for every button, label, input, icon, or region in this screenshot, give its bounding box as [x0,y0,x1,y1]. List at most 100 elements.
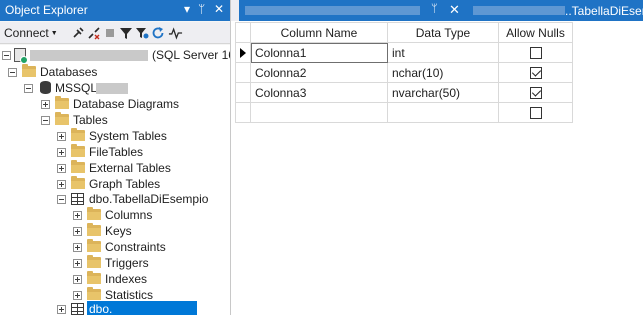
collapse-icon[interactable] [41,116,50,125]
tree-node-table[interactable]: dbo.TabellaDiEsempio [57,191,227,207]
row-selector[interactable] [235,42,251,63]
column-name-header: Column Name [250,22,388,43]
object-explorer-pane: Object Explorer ▾ ᛘ ✕ Connect ▼ (SQL Ser… [0,0,231,315]
tree-label: FileTables [89,145,144,159]
expand-icon[interactable] [57,305,66,314]
document-tab[interactable]: ᛘ ✕ ..TabellaDiEsempio [239,0,643,21]
collapse-icon[interactable] [2,51,11,60]
tree-node-external-tables[interactable]: External Tables [57,160,227,176]
tree-label: System Tables [89,129,167,143]
expand-icon[interactable] [73,275,82,284]
row-selector[interactable] [235,102,251,123]
allow-nulls-cell [498,102,573,123]
expand-icon[interactable] [73,259,82,268]
object-explorer-tree: (SQL Server 16. Databases MSSQL Database… [0,45,230,315]
object-explorer-toolbar: Connect ▼ [0,22,230,44]
filter-icon[interactable] [118,25,133,40]
folder-icon [87,223,101,236]
stop-icon[interactable] [102,25,117,40]
collapse-icon[interactable] [8,68,17,77]
table-row[interactable]: Colonna2 nchar(10) [235,62,573,83]
tree-node-selected-table[interactable]: dbo. [57,301,227,315]
close-icon[interactable]: ✕ [214,2,224,16]
filter-settings-icon[interactable] [134,25,149,40]
tree-node-keys[interactable]: Keys [73,223,223,239]
table-row[interactable]: Colonna1 int [235,42,573,63]
tree-node-indexes[interactable]: Indexes [73,271,223,287]
allow-nulls-checkbox[interactable] [529,47,542,60]
tree-node-database-diagrams[interactable]: Database Diagrams [41,96,221,112]
folder-icon [87,255,101,268]
allow-nulls-checkbox[interactable] [529,67,542,80]
object-explorer-title: Object Explorer [5,3,88,17]
allow-nulls-cell [498,82,573,103]
column-name-cell[interactable]: Colonna1 [250,42,388,63]
object-explorer-title-bar: Object Explorer ▾ ᛘ ✕ [0,0,230,21]
data-type-header: Data Type [387,22,499,43]
tree-node-triggers[interactable]: Triggers [73,255,223,271]
table-row[interactable]: Colonna3 nvarchar(50) [235,82,573,103]
tree-node-filetables[interactable]: FileTables [57,144,227,160]
close-icon[interactable]: ✕ [449,2,460,18]
row-selector[interactable] [235,82,251,103]
data-type-cell[interactable]: nvarchar(50) [387,82,499,103]
tree-node-server[interactable]: (SQL Server 16. [2,47,230,64]
refresh-icon[interactable] [150,25,165,40]
tree-label: Keys [105,224,132,238]
allow-nulls-checkbox[interactable] [529,87,542,100]
tree-node-tables[interactable]: Tables [41,112,221,128]
allow-nulls-cell [498,62,573,83]
tree-node-constraints[interactable]: Constraints [73,239,223,255]
column-designer-grid: Column Name Data Type Allow Nulls Colonn… [235,22,573,123]
window-position-icon[interactable]: ▾ [184,2,190,16]
row-selector[interactable] [235,62,251,83]
disconnect-icon[interactable] [86,25,101,40]
column-name-cell[interactable]: Colonna2 [250,62,388,83]
expand-icon[interactable] [73,211,82,220]
expand-icon[interactable] [57,132,66,141]
collapse-icon[interactable] [57,195,66,204]
expand-icon[interactable] [73,227,82,236]
data-type-cell[interactable]: int [387,42,499,63]
tree-label: External Tables [89,161,171,175]
expand-icon[interactable] [41,100,50,109]
collapse-icon[interactable] [24,84,33,93]
table-row[interactable] [235,102,573,123]
current-row-icon [240,47,246,58]
folder-icon [87,287,101,300]
tab-title-redacted [245,6,420,15]
tree-node-system-tables[interactable]: System Tables [57,128,227,144]
tree-node-database[interactable]: MSSQL [24,80,224,96]
folder-icon [22,64,36,77]
data-type-cell[interactable]: nchar(10) [387,62,499,83]
column-name-cell[interactable]: Colonna3 [250,82,388,103]
tree-node-databases[interactable]: Databases [8,64,228,80]
expand-icon[interactable] [73,243,82,252]
expand-icon[interactable] [57,148,66,157]
allow-nulls-cell [498,42,573,63]
tree-node-graph-tables[interactable]: Graph Tables [57,176,227,192]
server-name-redacted [30,50,148,61]
allow-nulls-header: Allow Nulls [498,22,573,43]
tree-label: Constraints [105,240,166,254]
chevron-down-icon: ▼ [50,30,58,37]
pin-icon[interactable]: ᛘ [198,2,205,16]
tree-node-columns[interactable]: Columns [73,207,223,223]
allow-nulls-checkbox[interactable] [529,107,542,120]
data-type-cell[interactable] [387,102,499,123]
folder-icon [71,144,85,157]
pin-icon[interactable]: ᛘ [431,3,438,15]
column-name-cell[interactable] [250,102,388,123]
connect-button[interactable]: Connect ▼ [4,26,58,40]
server-icon [14,48,28,64]
tree-label: Graph Tables [89,177,161,191]
connect-icon[interactable] [70,25,85,40]
expand-icon[interactable] [73,291,82,300]
table-designer-document: ᛘ ✕ ..TabellaDiEsempio Column Name Data … [231,0,643,315]
folder-icon [87,239,101,252]
expand-icon[interactable] [57,164,66,173]
activity-monitor-icon[interactable] [168,25,183,40]
tree-label-selected: dbo. [87,301,197,315]
tree-label: Database Diagrams [73,97,180,111]
expand-icon[interactable] [57,180,66,189]
